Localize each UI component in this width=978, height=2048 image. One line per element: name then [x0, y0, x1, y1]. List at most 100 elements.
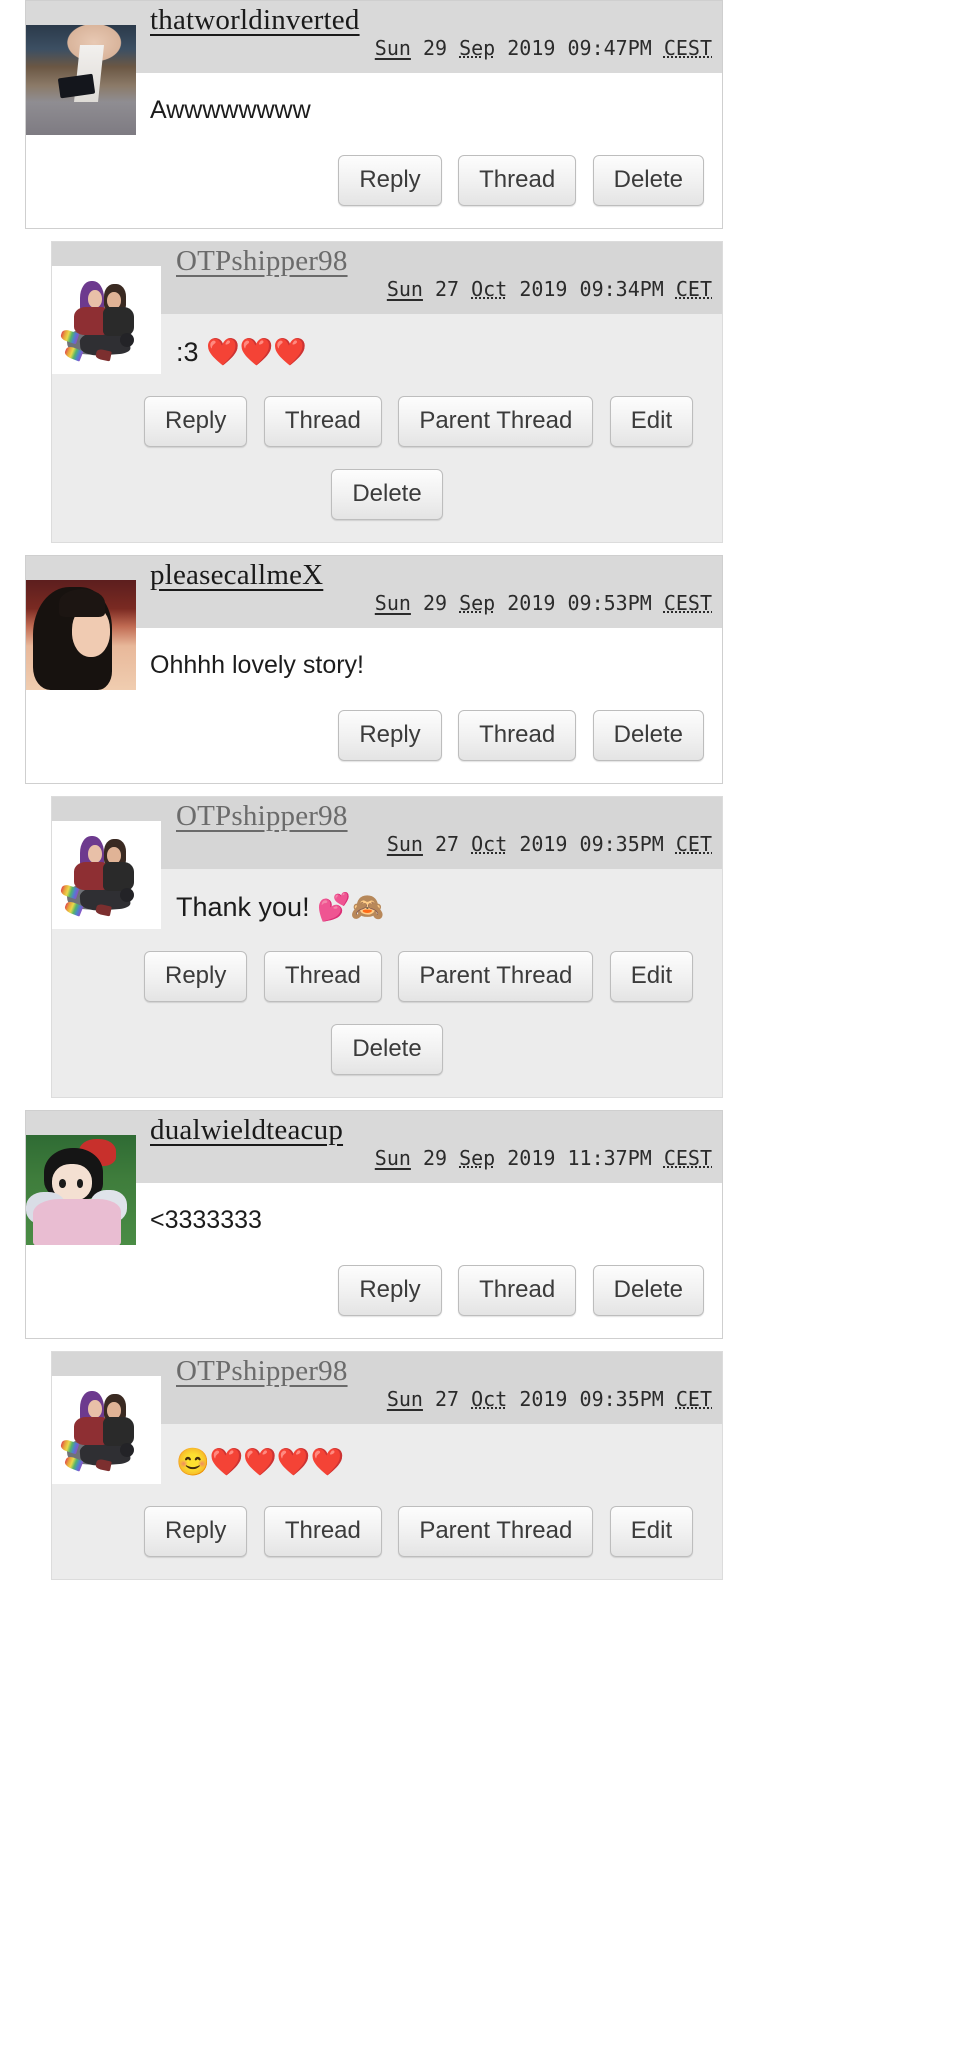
timestamp-weekday: Sun — [374, 36, 411, 61]
reply-button[interactable]: Reply — [338, 155, 442, 206]
avatar[interactable] — [52, 821, 161, 929]
reply-button[interactable]: Reply — [338, 1265, 442, 1316]
timestamp-timezone: CEST — [663, 591, 712, 616]
comment-username-link[interactable]: dualwieldteacup — [150, 1115, 712, 1146]
timestamp-month: Sep — [459, 591, 496, 616]
comment-timestamp: Sun 29 Sep 2019 11:37PM CEST — [150, 1146, 712, 1170]
comment-username-link[interactable]: OTPshipper98 — [176, 1356, 712, 1387]
thread-button[interactable]: Thread — [263, 951, 382, 1002]
timestamp-year: 2019 — [519, 832, 568, 857]
comment-thread-page: thatworldinverted Sun 29 Sep 2019 09:47P… — [0, 0, 978, 1580]
timestamp-time: 09:53PM — [567, 591, 652, 616]
comment-timestamp: Sun 27 Oct 2019 09:34PM CET — [176, 277, 712, 301]
edit-button[interactable]: Edit — [609, 951, 694, 1002]
comment-actions-row2: Delete — [52, 1024, 722, 1097]
comment-text: 😊❤️❤️❤️❤️ — [176, 1447, 345, 1477]
avatar-image-couple-hugging — [52, 266, 161, 374]
avatar-image-kiki-grass — [26, 1135, 136, 1245]
reply-button[interactable]: Reply — [144, 396, 248, 447]
timestamp-weekday: Sun — [386, 277, 423, 302]
timestamp-day: 27 — [435, 832, 460, 857]
delete-button[interactable]: Delete — [592, 1265, 704, 1316]
avatar[interactable] — [52, 266, 161, 374]
timestamp-day: 27 — [435, 277, 460, 302]
avatar-image-woman-portrait — [26, 580, 136, 690]
timestamp-year: 2019 — [507, 36, 556, 61]
timestamp-weekday: Sun — [374, 1146, 411, 1171]
reply-button[interactable]: Reply — [338, 710, 442, 761]
delete-button[interactable]: Delete — [331, 469, 443, 520]
timestamp-timezone: CET — [675, 277, 712, 302]
comment-text: Ohhhh lovely story! — [150, 651, 364, 679]
comment-text: <3333333 — [150, 1206, 262, 1234]
comment-text: Thank you! 💕🙈 — [176, 892, 385, 922]
edit-button[interactable]: Edit — [609, 1506, 694, 1557]
comment-actions: Reply Thread Parent Thread Edit — [52, 943, 722, 1024]
delete-button[interactable]: Delete — [331, 1024, 443, 1075]
avatar-image-couple-hugging — [52, 1376, 161, 1484]
comment-actions: Reply Thread Parent Thread Edit — [52, 1498, 722, 1579]
timestamp-timezone: CET — [675, 1387, 712, 1412]
avatar[interactable] — [26, 25, 136, 135]
timestamp-day: 29 — [422, 36, 448, 61]
comment-username-link[interactable]: thatworldinverted — [150, 5, 712, 36]
timestamp-time: 09:35PM — [579, 1387, 664, 1412]
comment-actions: Reply Thread Parent Thread Edit — [52, 388, 722, 469]
avatar[interactable] — [26, 1135, 136, 1245]
comment-actions: Reply Thread Delete — [26, 1257, 722, 1338]
timestamp-month: Oct — [471, 277, 508, 302]
parent-thread-button[interactable]: Parent Thread — [398, 396, 594, 447]
timestamp-timezone: CET — [675, 832, 712, 857]
delete-button[interactable]: Delete — [592, 155, 704, 206]
timestamp-month: Oct — [471, 1387, 508, 1412]
comment-otpshipper98-reply-3: OTPshipper98 Sun 27 Oct 2019 09:35PM CET… — [51, 1351, 723, 1580]
comment-username-link[interactable]: pleasecallmeX — [150, 560, 712, 591]
timestamp-year: 2019 — [507, 1146, 556, 1171]
comment-timestamp: Sun 27 Oct 2019 09:35PM CET — [176, 1387, 712, 1411]
timestamp-day: 29 — [422, 591, 448, 616]
timestamp-month: Oct — [471, 832, 508, 857]
parent-thread-button[interactable]: Parent Thread — [398, 951, 594, 1002]
timestamp-month: Sep — [459, 1146, 496, 1171]
comment-timestamp: Sun 27 Oct 2019 09:35PM CET — [176, 832, 712, 856]
parent-thread-button[interactable]: Parent Thread — [398, 1506, 594, 1557]
timestamp-weekday: Sun — [386, 832, 423, 857]
comment-actions-row2: Delete — [52, 469, 722, 542]
timestamp-timezone: CEST — [663, 1146, 712, 1171]
thread-button[interactable]: Thread — [458, 1265, 577, 1316]
timestamp-time: 09:35PM — [579, 832, 664, 857]
thread-button[interactable]: Thread — [263, 396, 382, 447]
avatar-image-desk-reading — [26, 25, 136, 135]
thread-button[interactable]: Thread — [263, 1506, 382, 1557]
avatar[interactable] — [26, 580, 136, 690]
timestamp-day: 29 — [422, 1146, 448, 1171]
timestamp-year: 2019 — [519, 1387, 568, 1412]
timestamp-year: 2019 — [507, 591, 556, 616]
edit-button[interactable]: Edit — [609, 396, 694, 447]
timestamp-month: Sep — [459, 36, 496, 61]
avatar-image-couple-hugging — [52, 821, 161, 929]
comment-actions: Reply Thread Delete — [26, 147, 722, 228]
comment-actions: Reply Thread Delete — [26, 702, 722, 783]
timestamp-weekday: Sun — [374, 591, 411, 616]
timestamp-time: 09:47PM — [567, 36, 652, 61]
timestamp-time: 09:34PM — [579, 277, 664, 302]
comment-pleasecallmex: pleasecallmeX Sun 29 Sep 2019 09:53PM CE… — [25, 555, 723, 784]
comment-thatworldinverted: thatworldinverted Sun 29 Sep 2019 09:47P… — [25, 0, 723, 229]
comment-username-link[interactable]: OTPshipper98 — [176, 801, 712, 832]
reply-button[interactable]: Reply — [144, 951, 248, 1002]
comment-dualwieldteacup: dualwieldteacup Sun 29 Sep 2019 11:37PM … — [25, 1110, 723, 1339]
comment-otpshipper98-reply-1: OTPshipper98 Sun 27 Oct 2019 09:34PM CET… — [51, 241, 723, 543]
delete-button[interactable]: Delete — [592, 710, 704, 761]
comment-timestamp: Sun 29 Sep 2019 09:53PM CEST — [150, 591, 712, 615]
thread-button[interactable]: Thread — [458, 155, 577, 206]
avatar[interactable] — [52, 1376, 161, 1484]
reply-button[interactable]: Reply — [144, 1506, 248, 1557]
timestamp-timezone: CEST — [663, 36, 712, 61]
timestamp-day: 27 — [435, 1387, 460, 1412]
comment-text: Awwwwwwww — [150, 96, 311, 124]
comment-text: :3 ❤️❤️❤️ — [176, 337, 307, 367]
thread-button[interactable]: Thread — [458, 710, 577, 761]
comment-username-link[interactable]: OTPshipper98 — [176, 246, 712, 277]
timestamp-weekday: Sun — [386, 1387, 423, 1412]
